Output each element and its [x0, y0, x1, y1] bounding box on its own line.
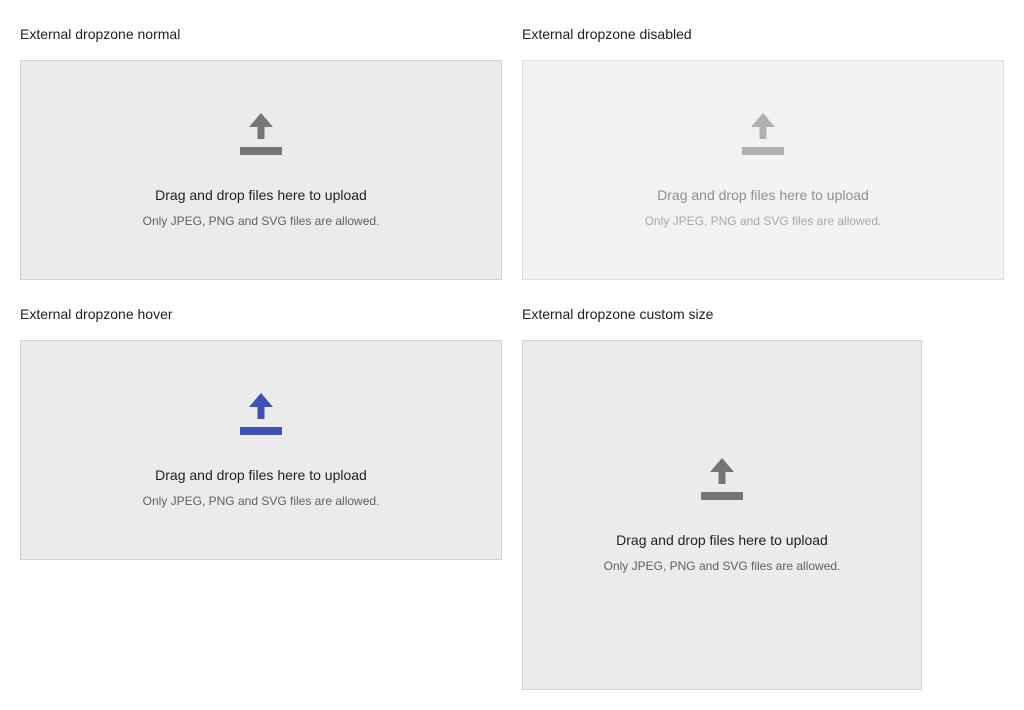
section-title: External dropzone hover	[20, 306, 173, 322]
dropzone-hint-text: Only JPEG, PNG and SVG files are allowed…	[142, 213, 380, 228]
page: External dropzone normal Drag and drop f…	[0, 0, 1024, 710]
dropzone-hover[interactable]: Drag and drop files here to upload Only …	[20, 340, 502, 560]
dropzone-hint-text: Only JPEG, PNG and SVG files are allowed…	[142, 493, 380, 508]
dropzone-hint-text: Only JPEG, PNG and SVG files are allowed…	[603, 558, 841, 573]
section-title: External dropzone normal	[20, 26, 181, 42]
section-dropzone-disabled: External dropzone disabled Drag and drop…	[522, 26, 1004, 280]
upload-icon	[742, 112, 784, 155]
section-title: External dropzone disabled	[522, 26, 692, 42]
dropzone-main-text: Drag and drop files here to upload	[155, 186, 367, 203]
section-dropzone-custom-size: External dropzone custom size Drag and d…	[522, 306, 922, 690]
section-dropzone-normal: External dropzone normal Drag and drop f…	[20, 26, 502, 280]
dropzone-main-text: Drag and drop files here to upload	[155, 466, 367, 483]
dropzone-disabled: Drag and drop files here to upload Only …	[522, 60, 1004, 280]
dropzone-normal[interactable]: Drag and drop files here to upload Only …	[20, 60, 502, 280]
section-dropzone-hover: External dropzone hover Drag and drop fi…	[20, 306, 502, 560]
dropzone-main-text: Drag and drop files here to upload	[616, 531, 828, 548]
section-title: External dropzone custom size	[522, 306, 714, 322]
dropzone-main-text: Drag and drop files here to upload	[657, 186, 869, 203]
dropzone-hint-text: Only JPEG, PNG and SVG files are allowed…	[644, 213, 882, 228]
upload-icon	[240, 112, 282, 155]
upload-icon	[240, 392, 282, 435]
upload-icon	[701, 457, 743, 500]
dropzone-custom-size[interactable]: Drag and drop files here to upload Only …	[522, 340, 922, 690]
